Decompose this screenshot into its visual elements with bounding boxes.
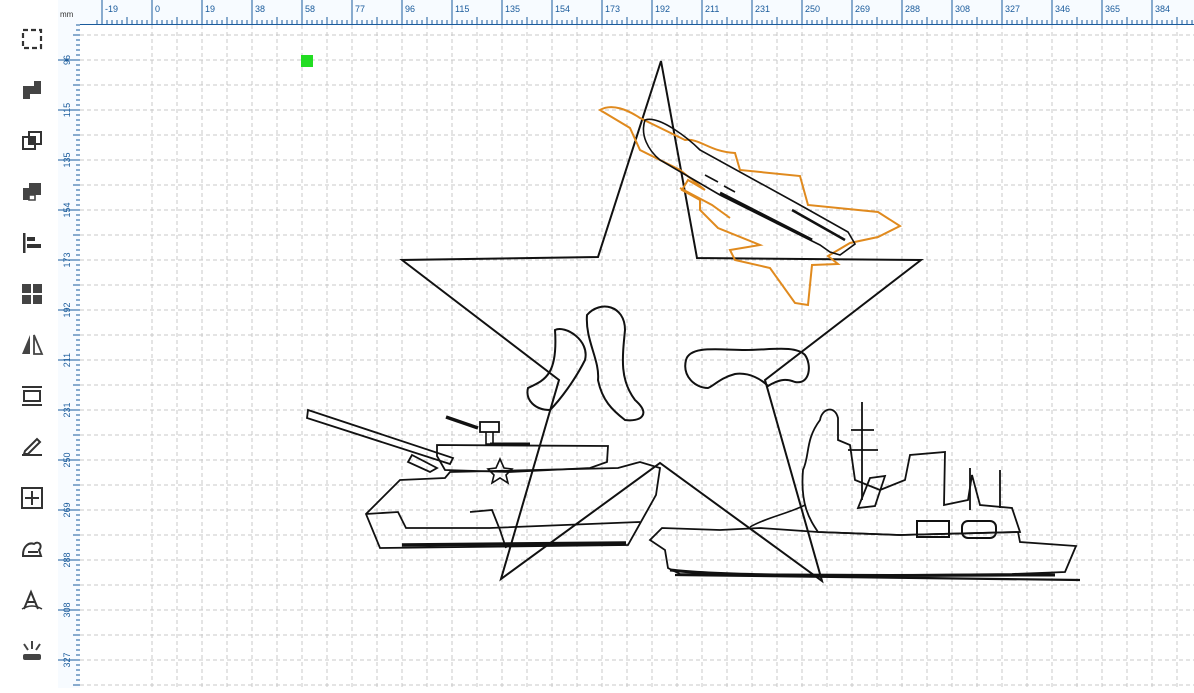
ruler-label: 250 [62,452,72,467]
ruler-label: 288 [62,552,72,567]
edit-pen-icon [22,437,42,456]
weld-button[interactable] [14,531,50,567]
subtract-icon [23,183,41,201]
explode-icon [23,641,41,660]
ruler-unit-label: mm [60,10,74,19]
tool-sidebar [0,0,59,688]
ruler-label: 77 [355,4,365,14]
shape-outline-button[interactable] [14,21,50,57]
canvas-drawing [80,25,1194,688]
intersect-button[interactable] [14,123,50,159]
origin-marker[interactable] [301,55,313,67]
align-left-icon [23,233,41,253]
ruler-label: 269 [855,4,870,14]
ruler-label: 96 [62,55,72,65]
ruler-label: 115 [455,4,469,14]
ruler-label: 19 [205,4,215,14]
ruler-label: 173 [605,4,620,14]
grid-arrange-button[interactable] [14,276,50,312]
ruler-label: 192 [655,4,670,14]
flip-button[interactable] [14,327,50,363]
ruler-label: 154 [555,4,570,14]
edit-pen-button[interactable] [14,429,50,465]
ruler-label: 38 [255,4,265,14]
horizontal-ruler[interactable]: -19 0 19 38 58 77 96 115 135 154 173 192 211 231 250 26… [58,0,1194,25]
ruler-label: 96 [405,4,415,14]
intersect-icon [22,131,42,150]
ruler-label: 173 [62,252,72,267]
ruler-label: 308 [955,4,970,14]
ruler-label: 135 [505,4,520,14]
distribute-button[interactable] [14,378,50,414]
horizontal-ruler-ticks: -19 0 19 38 58 77 96 115 135 154 173 192 211 231 250 26… [96,0,1193,24]
star-shape[interactable] [399,60,924,584]
union-button[interactable] [14,72,50,108]
ruler-label: 211 [62,353,72,367]
vertical-ruler[interactable]: 96 115 135 154 173 192 211 231 250 269 288 308 327 [58,24,81,688]
warship-shape[interactable] [648,402,1081,582]
weld-hand-icon [22,541,43,557]
subtract-button[interactable] [14,174,50,210]
array-icon [21,487,43,509]
paratrooper-flags-shape[interactable] [526,305,810,422]
ruler-label: 384 [1155,4,1170,14]
ruler-label: -19 [105,4,118,14]
ruler-label: 115 [62,103,72,117]
vertical-ruler-ticks: 96 115 135 154 173 192 211 231 250 269 288 308 327 [58,24,80,686]
ruler-label: 231 [755,4,770,14]
tank-shape[interactable] [306,408,662,549]
canvas-grid [80,25,1194,688]
ruler-label: 288 [905,4,920,14]
ruler-label: 327 [1005,4,1020,14]
explode-button[interactable] [14,633,50,669]
ruler-label: 327 [62,652,72,667]
text-path-icon [21,589,43,610]
fighter-jet-shape[interactable] [598,106,903,307]
ruler-label: 269 [62,502,72,517]
design-canvas[interactable] [80,25,1194,688]
array-button[interactable] [14,480,50,516]
shape-outline-icon [21,28,43,50]
grid-arrange-icon [22,284,42,304]
text-path-button[interactable] [14,582,50,618]
union-icon [23,81,41,99]
ruler-label: 0 [155,4,160,14]
flip-icon [22,334,44,355]
distribute-icon [22,386,42,406]
ruler-label: 154 [62,202,72,217]
ruler-label: 135 [62,152,72,167]
ruler-label: 250 [805,4,820,14]
ruler-label: 192 [62,302,72,317]
ruler-label: 211 [705,4,719,14]
ruler-label: 58 [305,4,315,14]
ruler-label: 308 [62,602,72,617]
ruler-label: 346 [1055,4,1070,14]
ruler-label: 365 [1105,4,1120,14]
ruler-label: 231 [62,402,72,417]
align-left-button[interactable] [14,225,50,261]
